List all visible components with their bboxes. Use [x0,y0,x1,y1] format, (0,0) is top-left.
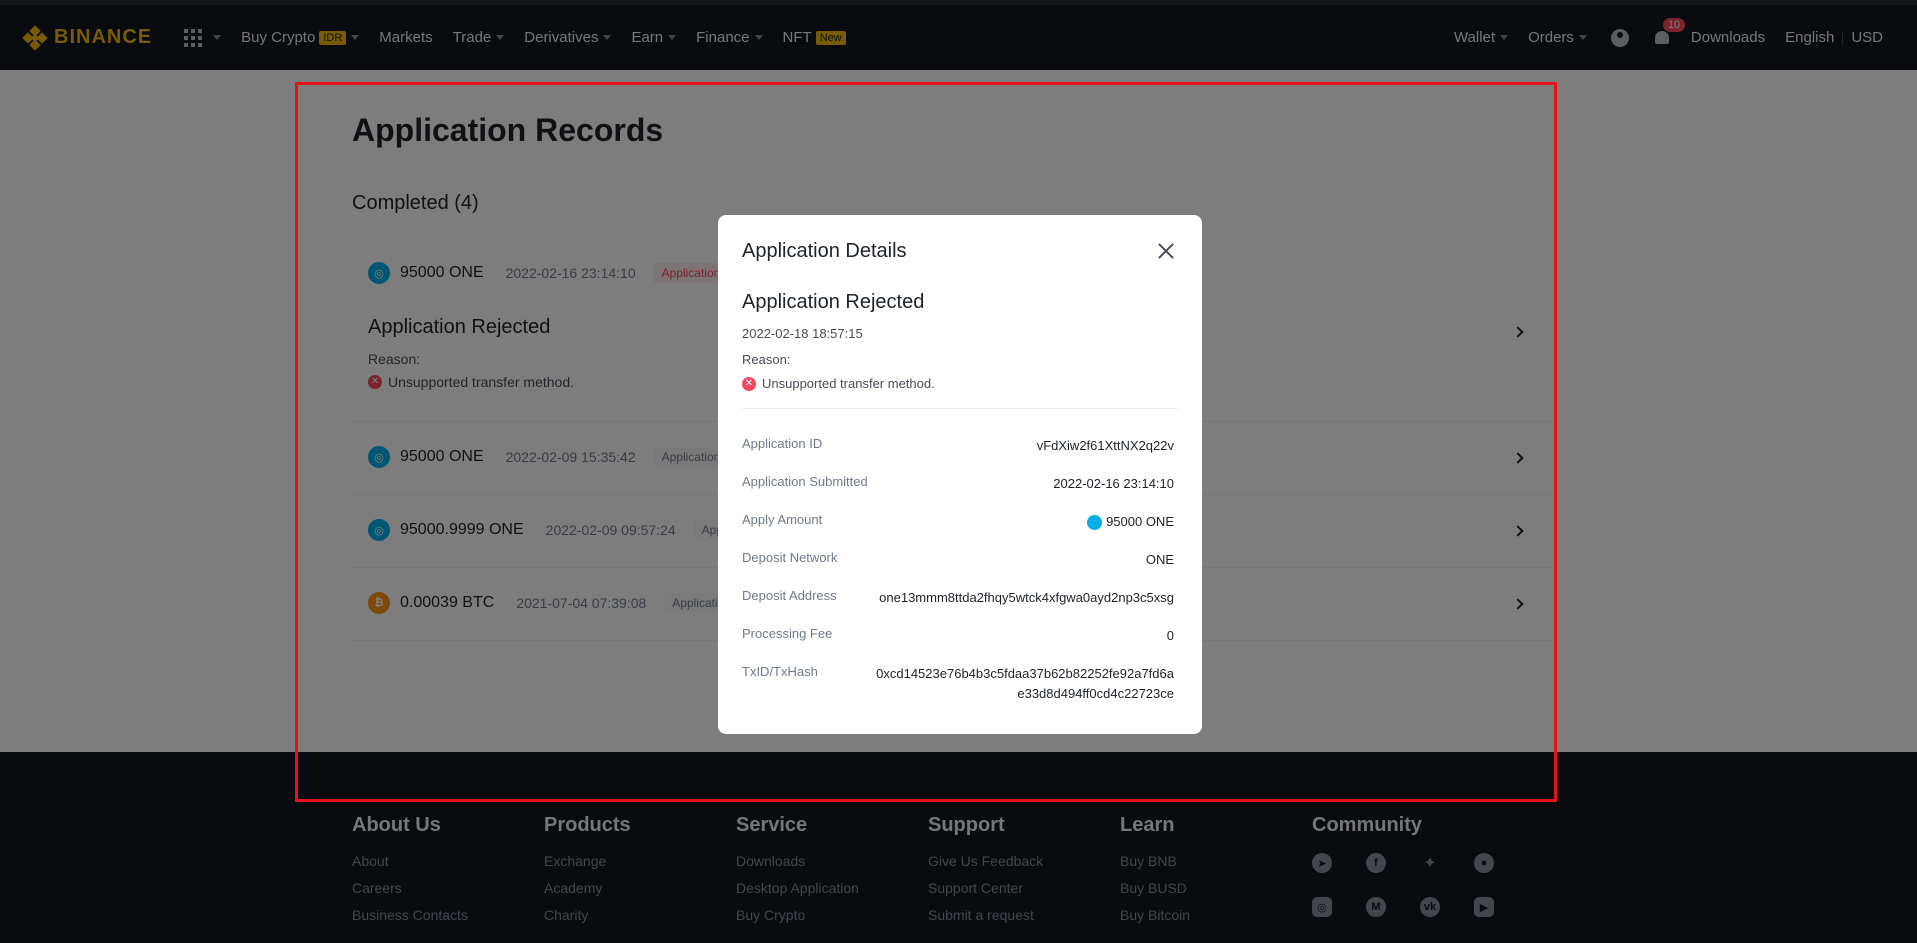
detail-key: Application ID [742,436,823,451]
modal-reason: ✕ Unsupported transfer method. [742,376,935,391]
modal-reason-label: Reason: [742,352,791,367]
modal-title: Application Details [742,240,907,262]
error-icon: ✕ [742,376,756,391]
detail-row: TxID/TxHash 0xcd14523e76b4b3c5fdaa37b62b… [742,664,1174,704]
detail-row: Application ID vFdXiw2f61XttNX2q22v [742,436,1174,456]
detail-row: Processing Fee 0 [742,626,1174,646]
detail-value: 2022-02-16 23:14:10 [1053,476,1174,491]
detail-row: Deposit Address one13mmm8ttda2fhqy5wtck4… [742,588,1174,608]
detail-row: Apply Amount 95000 ONE [742,512,1174,532]
detail-row: Application Submitted 2022-02-16 23:14:1… [742,474,1174,494]
modal-status: Application Rejected [742,291,925,313]
detail-key: Processing Fee [742,626,833,641]
detail-value: vFdXiw2f61XttNX2q22v [1036,438,1174,453]
detail-key: Application Submitted [742,474,868,489]
close-icon[interactable] [1156,241,1176,261]
detail-key: Apply Amount [742,512,823,527]
reason-text: Unsupported transfer method. [762,376,935,391]
detail-value: one13mmm8ttda2fhqy5wtck4xfgwa0ayd2np3c5x… [879,590,1174,605]
harmony-one-icon [1087,514,1103,530]
detail-value: 0 [1166,628,1174,643]
detail-row: Deposit Network ONE [742,550,1174,570]
detail-value: 95000 ONE [1087,512,1174,532]
modal-date: 2022-02-18 18:57:15 [742,326,863,341]
apply-amount: 95000 ONE [1106,514,1174,529]
detail-value: 0xcd14523e76b4b3c5fdaa37b62b82252fe92a7f… [876,666,1174,701]
detail-key: Deposit Network [742,550,838,565]
details-list: Application ID vFdXiw2f61XttNX2q22v Appl… [742,436,1174,722]
application-details-modal: Application Details Application Rejected… [718,215,1202,734]
detail-key: TxID/TxHash [742,664,818,679]
divider [742,408,1178,409]
detail-key: Deposit Address [742,588,837,603]
detail-value: ONE [1145,552,1174,567]
